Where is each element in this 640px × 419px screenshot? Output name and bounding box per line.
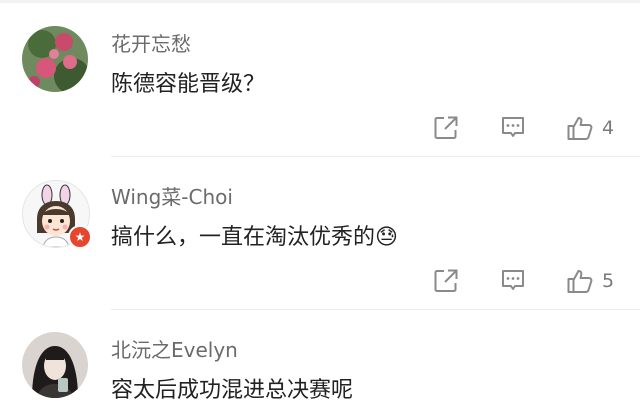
share-icon bbox=[434, 269, 458, 292]
comment-icon bbox=[502, 270, 524, 290]
share-button[interactable] bbox=[433, 265, 459, 297]
like-button[interactable]: 4 bbox=[566, 112, 614, 144]
comment-icon bbox=[502, 117, 524, 137]
comment-item: 北沅之Evelyn 容太后成功混进总决赛呢 bbox=[0, 310, 640, 419]
comment-item: 花开忘愁 陈德容能晋级？ 4 bbox=[0, 0, 640, 157]
comment-item: ★ Wing菜-Choi 搞什么，一直在淘汰优秀的😓 5 bbox=[0, 157, 640, 310]
avatar[interactable] bbox=[22, 26, 88, 92]
like-count: 4 bbox=[602, 117, 615, 139]
share-icon bbox=[434, 116, 458, 139]
photo-avatar-image bbox=[22, 332, 88, 398]
like-button[interactable]: 5 bbox=[566, 265, 614, 297]
star-badge-icon: ★ bbox=[68, 225, 92, 249]
share-button[interactable] bbox=[433, 112, 459, 144]
action-bar: 5 bbox=[0, 265, 640, 297]
thumbs-up-icon bbox=[567, 270, 593, 293]
reply-button[interactable] bbox=[500, 265, 526, 297]
avatar[interactable] bbox=[22, 332, 88, 398]
thumbs-up-icon bbox=[567, 117, 593, 140]
username[interactable]: 北沅之Evelyn bbox=[111, 334, 238, 363]
comment-text: 容太后成功混进总决赛呢 bbox=[111, 378, 354, 403]
action-bar: 4 bbox=[0, 112, 640, 144]
username[interactable]: 花开忘愁 bbox=[111, 28, 191, 57]
comment-text: 搞什么，一直在淘汰优秀的😓 bbox=[111, 219, 398, 251]
comment-text: 陈德容能晋级？ bbox=[111, 72, 266, 97]
comment-text-body: 搞什么，一直在淘汰优秀的 bbox=[111, 225, 376, 250]
like-count: 5 bbox=[602, 270, 615, 292]
reply-button[interactable] bbox=[500, 112, 526, 144]
flower-avatar-image bbox=[22, 26, 88, 92]
sweat-emoji: 😓 bbox=[375, 225, 398, 250]
username[interactable]: Wing菜-Choi bbox=[111, 181, 233, 210]
